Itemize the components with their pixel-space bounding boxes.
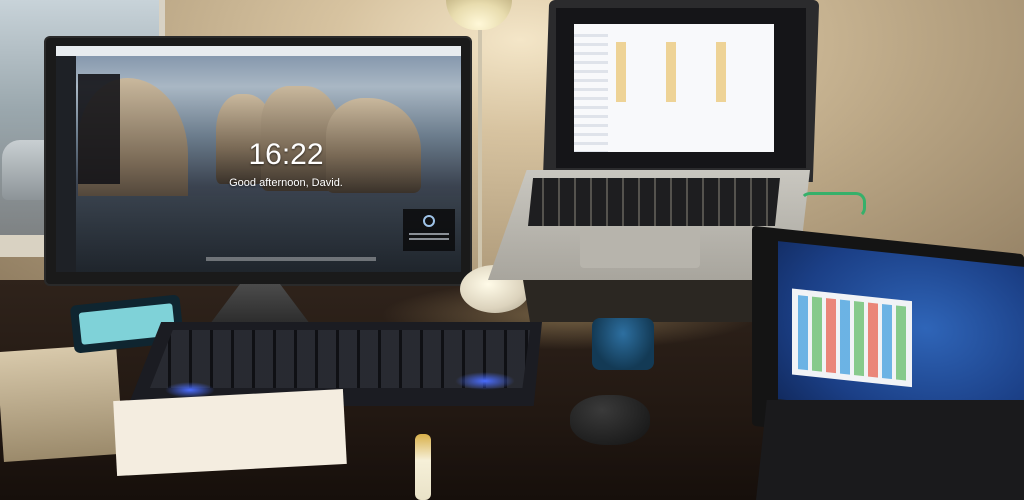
monitor-title-bar [56,46,461,56]
widget-text [409,233,449,243]
lamp-pole [478,28,482,268]
monitor-menu-panel [78,74,120,184]
monitor-sidebar [56,56,76,272]
start-menu-tiles [798,295,906,381]
start-menu [792,288,912,388]
mouse [570,395,650,445]
green-cable [800,192,866,218]
paper-sheet [113,389,347,476]
laptop-keyboard [528,178,780,226]
pen [415,434,431,500]
keyboard-backlight [455,372,515,390]
folder-icon [616,42,766,102]
book [0,343,124,463]
monitor-lock-screen: 16:22 Good afternoon, David. [56,46,461,272]
bluetooth-speaker [592,318,654,370]
wallpaper-caption [206,257,376,261]
laptop-trackpad [580,228,700,268]
lock-screen-greeting: Good afternoon, David. [229,177,343,189]
tablet-keyboard [756,400,1024,500]
file-explorer-window [574,24,774,152]
lock-screen-widget [403,209,455,251]
lock-screen-clock: 16:22 [248,138,324,171]
laptop-screen [556,8,806,168]
explorer-nav-pane [574,34,608,152]
clock-widget-icon [423,215,435,227]
